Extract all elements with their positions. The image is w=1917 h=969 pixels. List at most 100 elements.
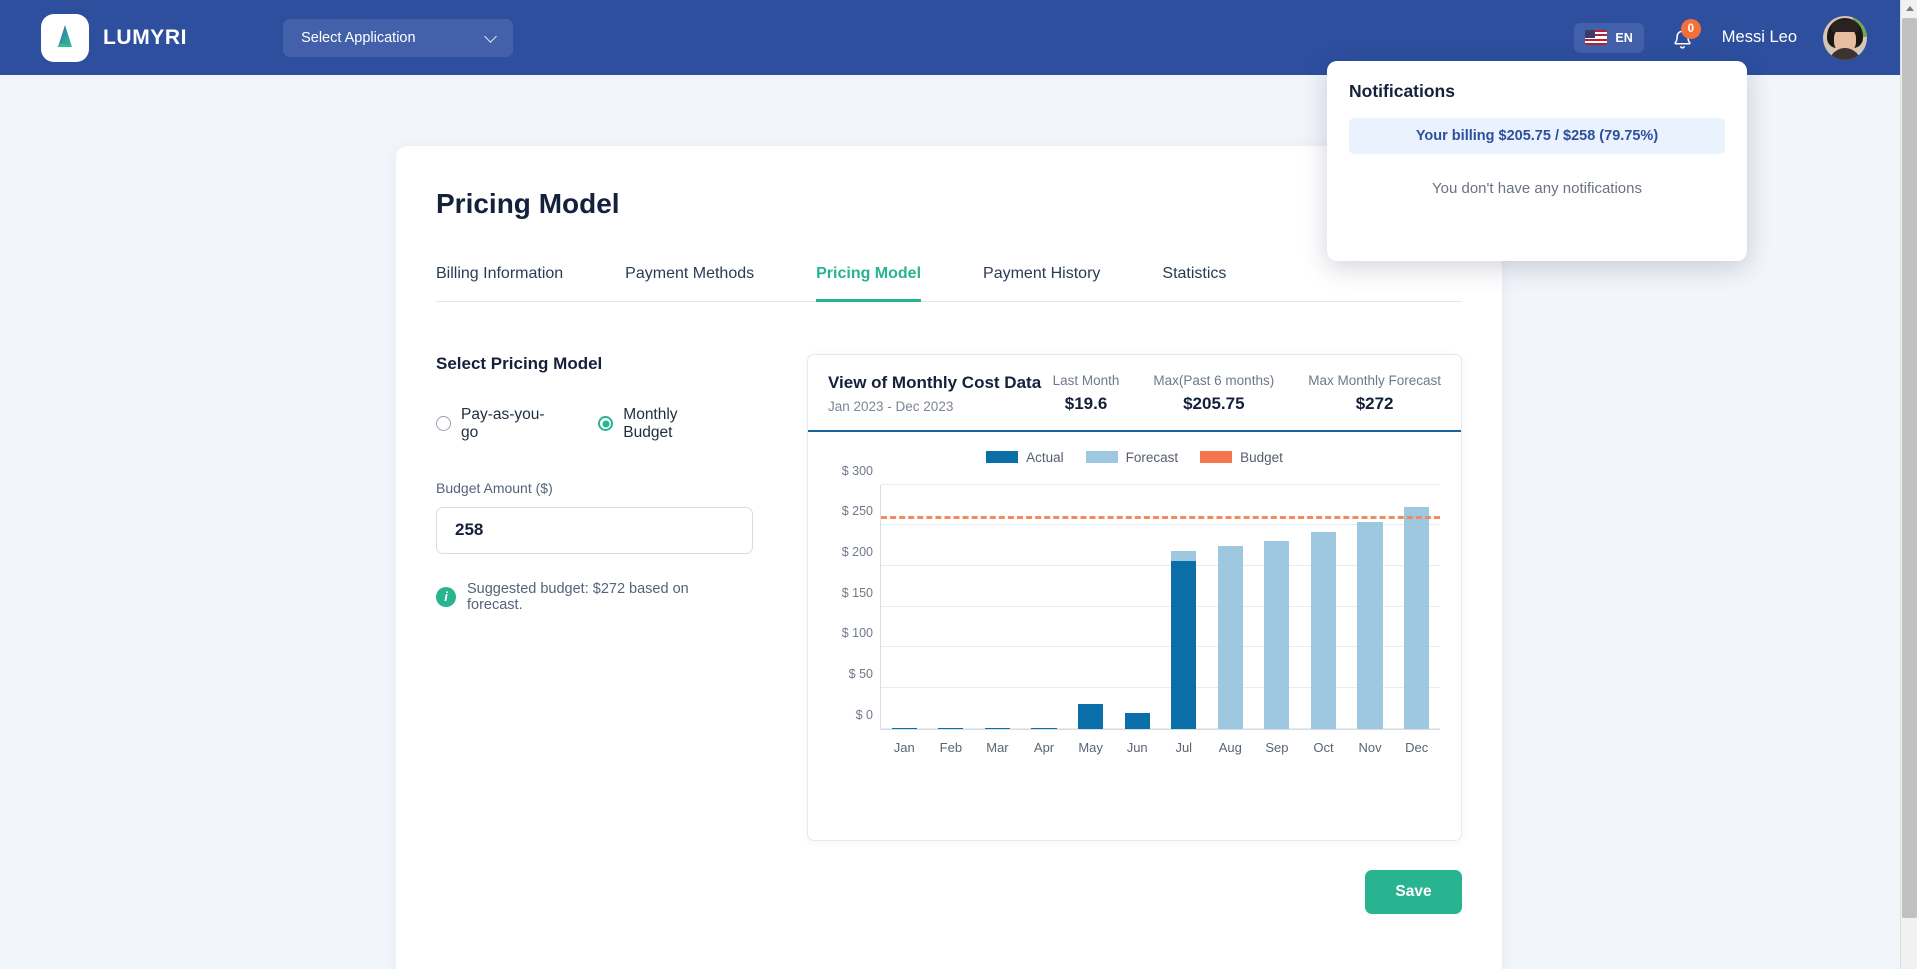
scrollbar-up-arrow-icon[interactable] [1901, 0, 1917, 17]
budget-amount-label: Budget Amount ($) [436, 479, 553, 496]
gridline [881, 605, 1440, 607]
chart-bar-group[interactable]: Sep [1254, 485, 1301, 755]
legend-swatch-actual [986, 451, 1019, 463]
legend-swatch-forecast [1085, 451, 1118, 463]
brand: LUMYRI [41, 13, 188, 62]
us-flag-icon [1585, 30, 1608, 45]
legend-item-budget: Budget [1200, 450, 1283, 465]
language-switcher[interactable]: EN [1574, 22, 1644, 53]
bar-actual [1031, 727, 1057, 729]
bar-actual [891, 727, 917, 729]
info-icon: i [436, 586, 456, 607]
stat-last-month-label: Last Month [1052, 372, 1120, 388]
legend-label-forecast: Forecast [1125, 449, 1179, 465]
application-select-label: Select Application [301, 29, 416, 46]
y-axis-tick: $ 100 [841, 626, 873, 641]
x-axis-tick: Mar [986, 739, 1009, 755]
budget-reference-line [881, 515, 1440, 519]
brand-name: LUMYRI [103, 25, 188, 49]
chart-title-group: View of Monthly Cost Data Jan 2023 - Dec… [828, 373, 1041, 414]
x-axis-tick: Jul [1175, 739, 1193, 755]
bar-forecast [1357, 521, 1383, 729]
avatar[interactable] [1823, 15, 1867, 60]
page-scrollbar[interactable] [1900, 0, 1917, 969]
tab-statistics[interactable]: Statistics [1162, 265, 1226, 302]
lumyri-logo-icon [41, 13, 89, 62]
radio-option-monthly-budget[interactable]: Monthly Budget [598, 406, 722, 442]
y-axis-tick: $ 0 [855, 707, 873, 722]
application-select-dropdown[interactable]: Select Application [283, 18, 514, 57]
notifications-dropdown-panel: Notifications Your billing $205.75 / $25… [1327, 61, 1747, 261]
chart-stats: Last Month $19.6 Max(Past 6 months) $205… [1053, 373, 1441, 414]
bar-actual [938, 727, 964, 729]
tab-bar: Billing Information Payment Methods Pric… [436, 265, 1462, 302]
chart-bar-group[interactable]: Jan [881, 485, 928, 755]
chart-bar-group[interactable]: Apr [1021, 485, 1068, 755]
chart-title: View of Monthly Cost Data [828, 372, 1042, 392]
notification-count-badge: 0 [1680, 18, 1701, 39]
stat-max-monthly-forecast: Max Monthly Forecast $272 [1308, 373, 1441, 414]
gridline [881, 686, 1440, 688]
pricing-model-card: Pricing Model Billing Information Paymen… [396, 146, 1502, 969]
save-button[interactable]: Save [1365, 870, 1462, 914]
y-axis-tick: $ 300 [841, 463, 873, 478]
scrollbar-thumb[interactable] [1902, 18, 1917, 918]
bar-forecast [1310, 531, 1337, 729]
x-axis-tick: Dec [1405, 739, 1429, 755]
bar-forecast [1404, 507, 1430, 729]
select-pricing-model-label: Select Pricing Model [436, 353, 603, 373]
gridline [881, 564, 1440, 566]
radio-monthly-budget-icon[interactable] [598, 416, 614, 431]
suggested-budget-text: Suggested budget: $272 based on forecast… [467, 580, 689, 613]
chart-bar-group[interactable]: Oct [1300, 485, 1347, 755]
x-axis-tick: Sep [1265, 739, 1289, 755]
y-axis-tick: $ 50 [848, 666, 873, 681]
stat-max-past-6-months: Max(Past 6 months) $205.75 [1153, 373, 1274, 414]
gridline [881, 483, 1440, 485]
budget-amount-input[interactable] [436, 506, 753, 554]
topbar-right-group: EN 0 Messi Leo [1574, 15, 1867, 60]
notification-item-billing[interactable]: Your billing $205.75 / $258 (79.75%) [1349, 118, 1725, 154]
chart-bar-group[interactable]: Nov [1347, 485, 1394, 755]
x-axis-tick: Aug [1218, 739, 1242, 755]
notifications-title: Notifications [1349, 81, 1455, 101]
x-axis-tick: May [1078, 739, 1103, 755]
bar-actual [1078, 704, 1104, 729]
bar-actual [984, 727, 1010, 729]
x-axis-tick: Apr [1033, 739, 1055, 755]
tab-payment-methods[interactable]: Payment Methods [625, 265, 754, 302]
gridline [881, 727, 1440, 729]
chart-bar-group[interactable]: May [1067, 485, 1114, 755]
tab-pricing-model[interactable]: Pricing Model [816, 265, 922, 302]
y-axis-tick: $ 250 [841, 504, 873, 519]
page-title: Pricing Model [436, 188, 620, 219]
stat-max-monthly-forecast-label: Max Monthly Forecast [1308, 372, 1441, 388]
tab-billing-information[interactable]: Billing Information [436, 265, 563, 302]
notifications-button[interactable]: 0 [1670, 18, 1701, 53]
user-name[interactable]: Messi Leo [1722, 28, 1797, 47]
radio-pay-as-you-go-icon[interactable] [436, 416, 451, 431]
legend-item-actual: Actual [986, 450, 1064, 465]
gridline [881, 646, 1440, 648]
chart-bar-group[interactable]: Feb [928, 485, 975, 755]
legend-swatch-budget [1200, 451, 1233, 463]
legend-label-budget: Budget [1240, 449, 1283, 465]
radio-label-pay-as-you-go: Pay-as-you-go [461, 405, 545, 441]
x-axis-tick: Jan [893, 739, 915, 755]
gridline [881, 524, 1440, 526]
stat-last-month: Last Month $19.6 [1053, 373, 1120, 414]
x-axis-tick: Oct [1313, 739, 1334, 755]
x-axis-tick: Feb [939, 739, 963, 755]
radio-label-monthly-budget: Monthly Budget [623, 405, 678, 441]
radio-option-pay-as-you-go[interactable]: Pay-as-you-go [436, 406, 553, 442]
chart-bar-group[interactable]: Jul [1160, 485, 1207, 755]
chart-bar-group[interactable]: Aug [1207, 485, 1254, 755]
chart-header: View of Monthly Cost Data Jan 2023 - Dec… [808, 355, 1461, 432]
bar-actual [1171, 561, 1197, 729]
tab-payment-history[interactable]: Payment History [983, 265, 1100, 302]
save-button-row: Save [1365, 870, 1462, 914]
chart-bar-group[interactable]: Dec [1393, 485, 1440, 755]
chart-bar-group[interactable]: Mar [974, 485, 1021, 755]
chart-bar-group[interactable]: Jun [1114, 485, 1161, 755]
y-axis-tick: $ 200 [841, 544, 873, 559]
